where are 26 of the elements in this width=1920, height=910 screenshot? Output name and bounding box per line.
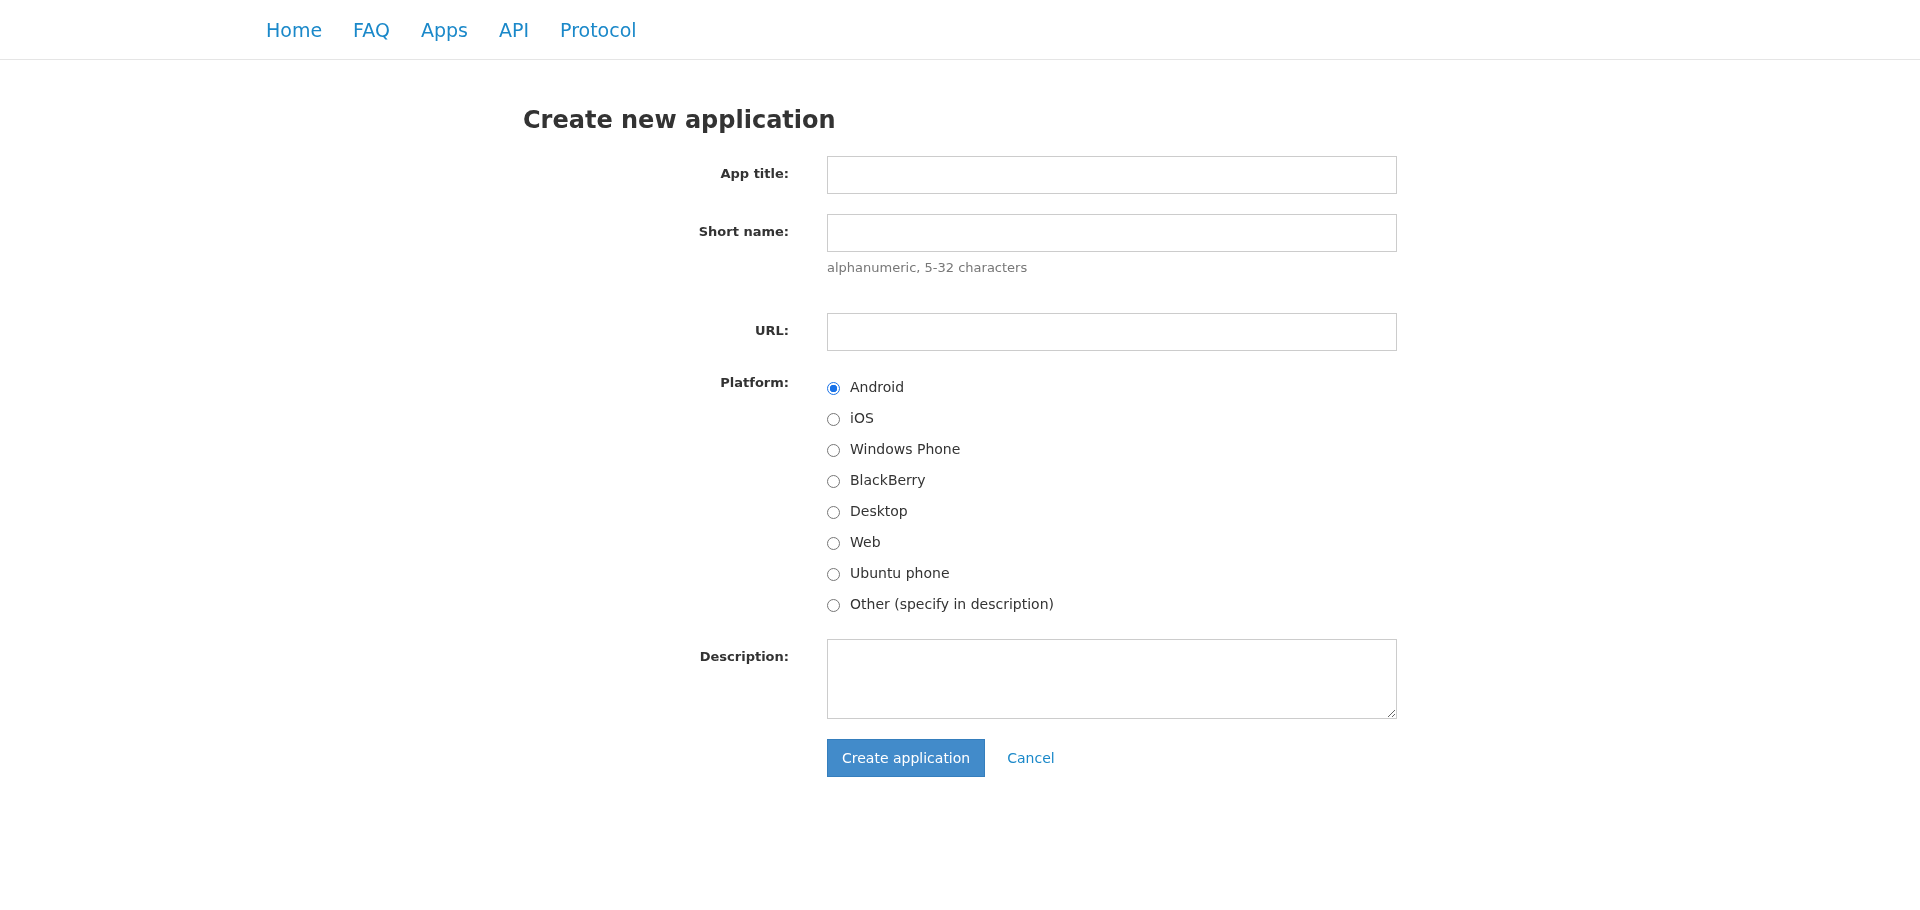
field-label: Short name:	[698, 224, 789, 239]
text-input-field[interactable]	[827, 156, 1397, 194]
radio-label[interactable]: Windows Phone	[850, 440, 961, 457]
field-hint: alphanumeric, 5-32 characters	[827, 260, 1029, 275]
nav-link[interactable]: Home	[266, 18, 323, 41]
field-label: Description:	[699, 649, 789, 664]
radio-label[interactable]: Desktop	[850, 502, 908, 519]
field-label: App title:	[720, 166, 789, 181]
text-input-field[interactable]	[827, 313, 1397, 351]
page-title: Create new application	[523, 105, 837, 136]
text-input-field[interactable]	[827, 214, 1397, 252]
nav-link[interactable]: Apps	[420, 18, 468, 41]
radio-label[interactable]: Web	[850, 533, 881, 550]
radio-label[interactable]: Other (specify in description)	[850, 595, 1054, 612]
field-label: URL:	[754, 323, 789, 338]
radio-label[interactable]: Android	[850, 378, 905, 395]
nav-link[interactable]: API	[498, 18, 529, 41]
nav-link[interactable]: FAQ	[353, 18, 390, 41]
create-application-button[interactable]: Create application	[827, 739, 986, 777]
radio-button[interactable]	[827, 382, 840, 395]
cancel-link[interactable]: Cancel	[1007, 750, 1055, 766]
field-label: Platform:	[720, 375, 789, 390]
nav-link[interactable]: Protocol	[560, 18, 637, 41]
radio-label[interactable]: BlackBerry	[850, 471, 926, 488]
radio-label[interactable]: Ubuntu phone	[850, 564, 950, 581]
radio-label[interactable]: iOS	[850, 409, 874, 426]
